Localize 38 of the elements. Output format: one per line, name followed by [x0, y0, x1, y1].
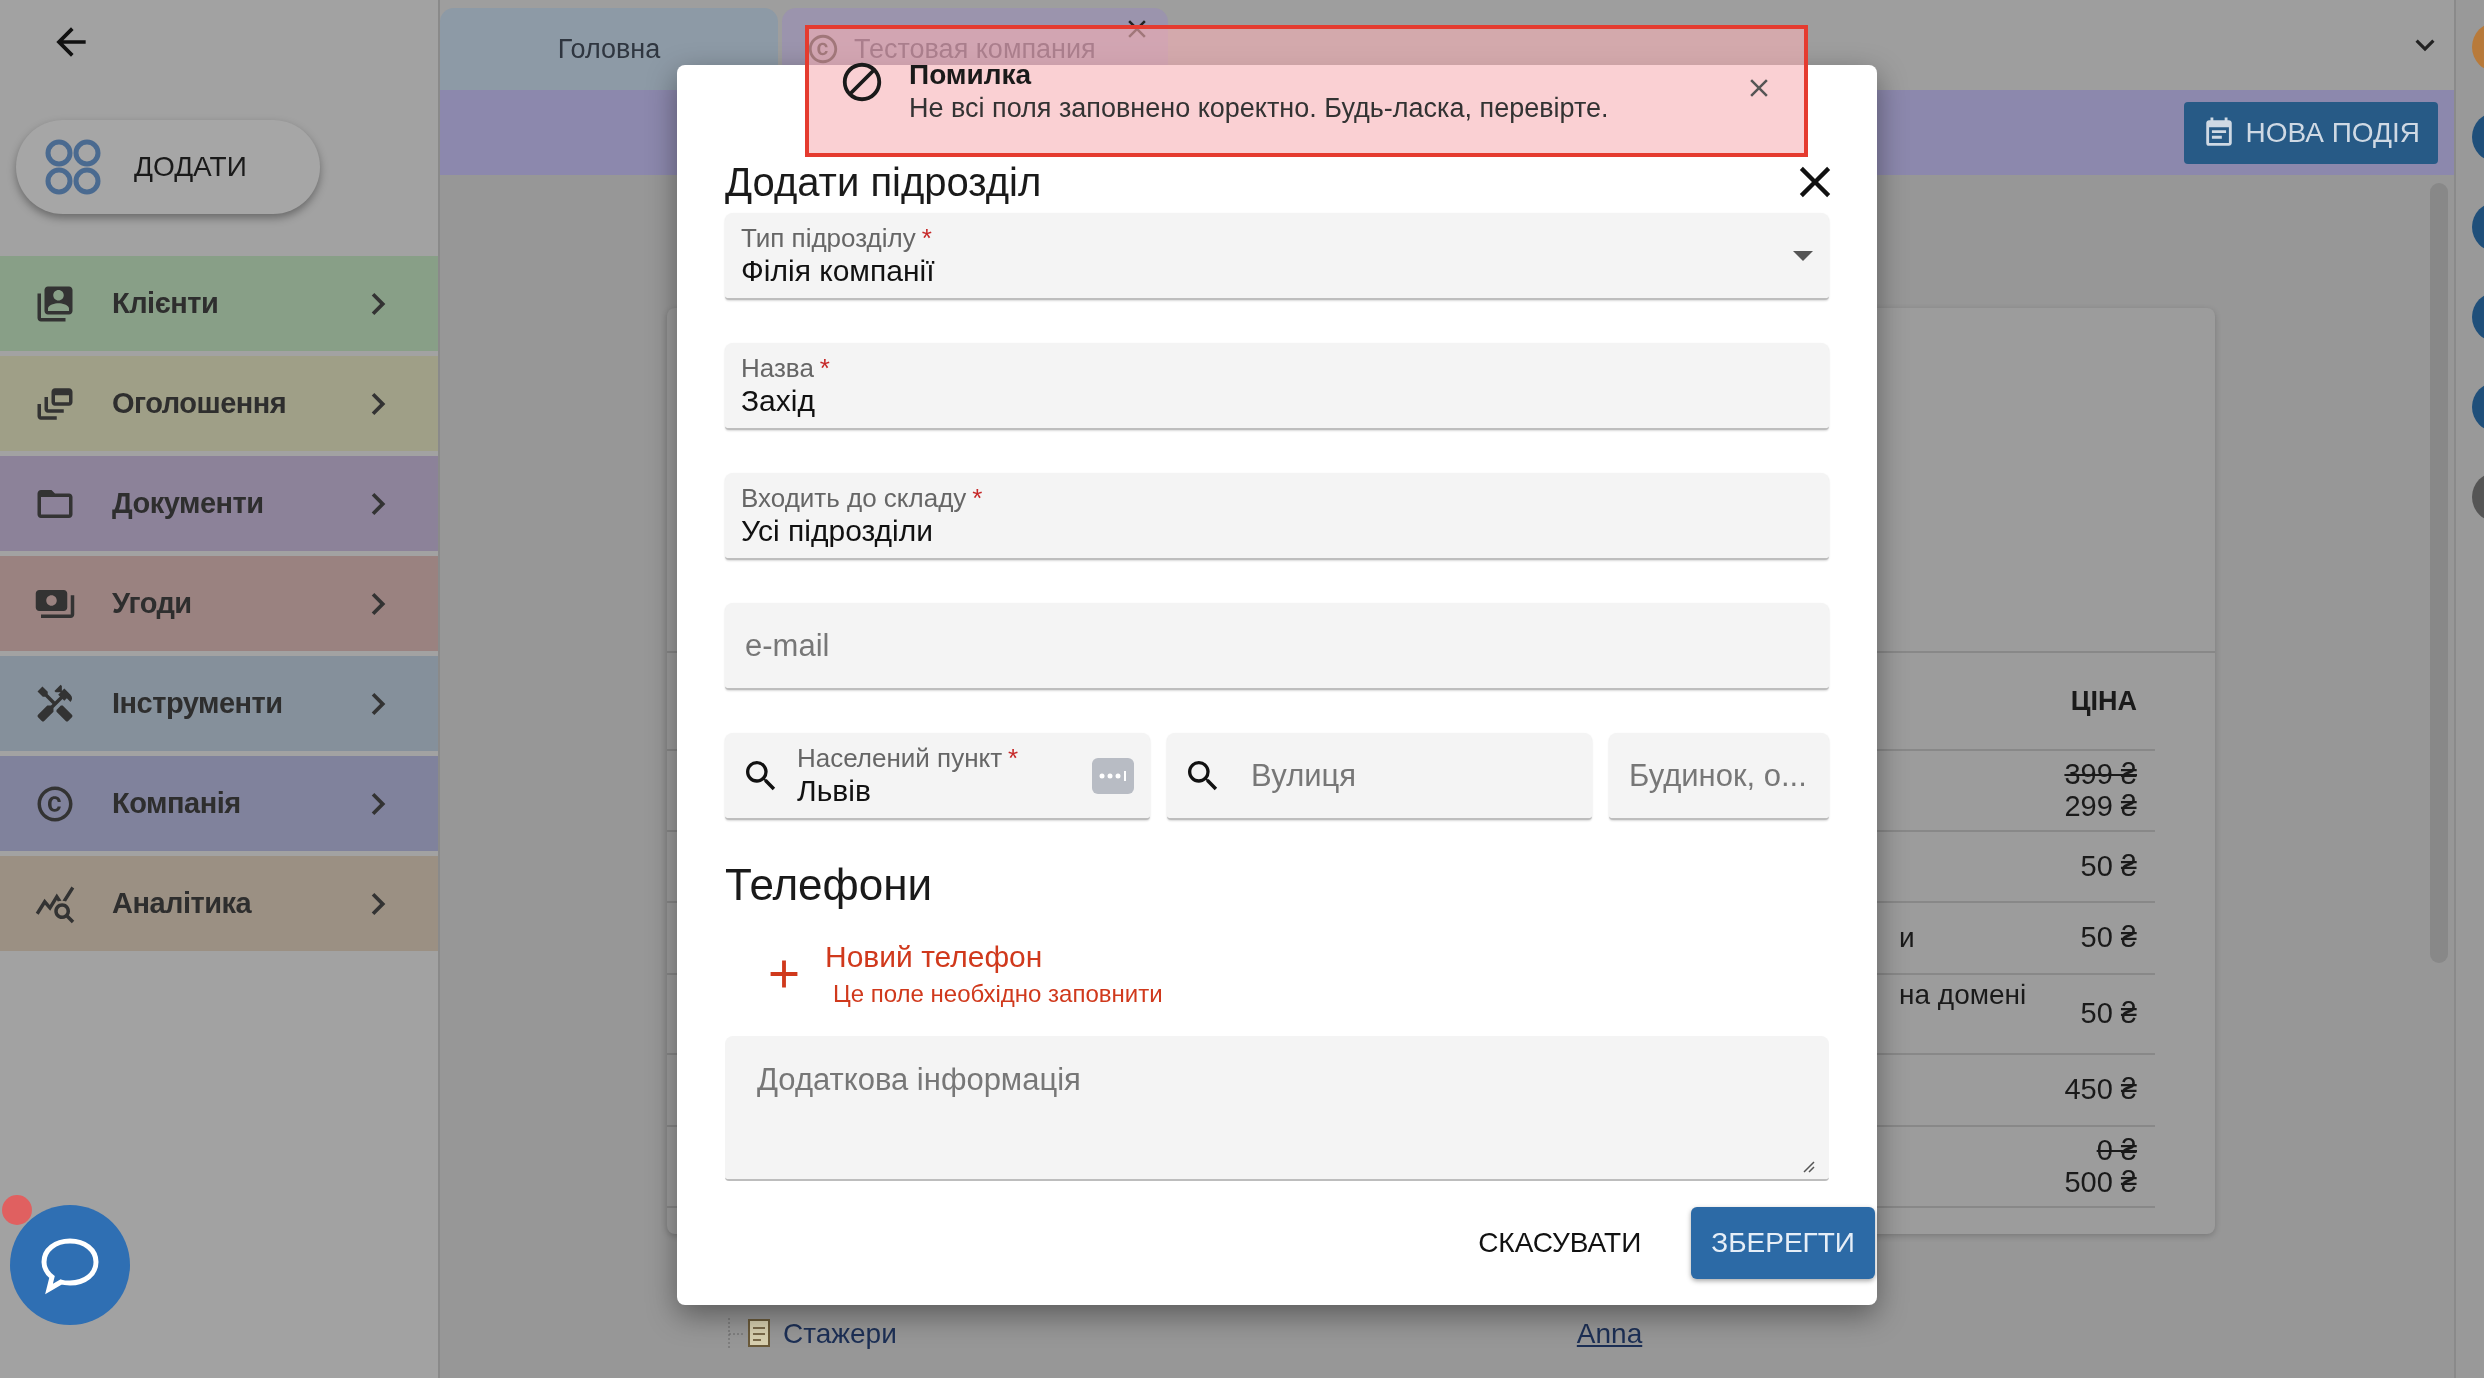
price: 500 ₴ [2064, 1166, 2137, 1199]
menu-label: Документи [112, 487, 265, 520]
required-mark: * [921, 223, 932, 253]
price: 50 ₴ [2080, 998, 2137, 1030]
required-mark: * [972, 483, 983, 513]
table-cell: на домені [1899, 979, 2027, 1011]
field-value: Усі підрозділи [741, 514, 935, 548]
menu-label: Угоди [112, 587, 193, 620]
dialog-title: Додати підрозділ [725, 161, 1042, 203]
table-cell: и [1899, 922, 1915, 954]
error-message: Це поле необхідно заповнити [833, 980, 1163, 1008]
field-placeholder: e-mail [744, 627, 830, 664]
price: 50 ₴ [2080, 922, 2137, 954]
menu-label: Інструменти [112, 687, 284, 720]
menu-label: Компанія [112, 787, 242, 820]
menu-label: Аналітика [112, 887, 253, 920]
field-label: Тип підрозділу * [741, 223, 933, 254]
price: 450 ₴ [2064, 1074, 2137, 1106]
toast-title: Помилка [909, 59, 1033, 91]
field-value: Філія компанії [741, 254, 936, 288]
price: 50 ₴ [2080, 850, 2137, 883]
old-price: 0 ₴ [2096, 1134, 2137, 1167]
field-value: Львів [797, 774, 872, 808]
menu-label: Оголошення [112, 387, 288, 420]
section-heading: Телефони [725, 860, 934, 910]
column-header: ЦІНА [2064, 653, 2155, 751]
field-value: Захід [741, 384, 816, 418]
price: 299 ₴ [2064, 790, 2137, 823]
field-label: Входить до складу * [741, 483, 984, 514]
old-price: 399 ₴ [2064, 758, 2137, 791]
field-placeholder: Будинок, о... [1628, 757, 1807, 794]
menu-label: Клієнти [112, 287, 220, 320]
field-placeholder: Вулиця [1250, 757, 1357, 794]
field-label: Населений пункт * [797, 743, 1020, 774]
required-mark: * [1008, 743, 1019, 773]
required-mark: * [819, 353, 830, 383]
field-label: Назва * [741, 353, 831, 384]
toast-message: Не всі поля заповнено коректно. Будь-ласка, перевірте. [909, 93, 1610, 124]
